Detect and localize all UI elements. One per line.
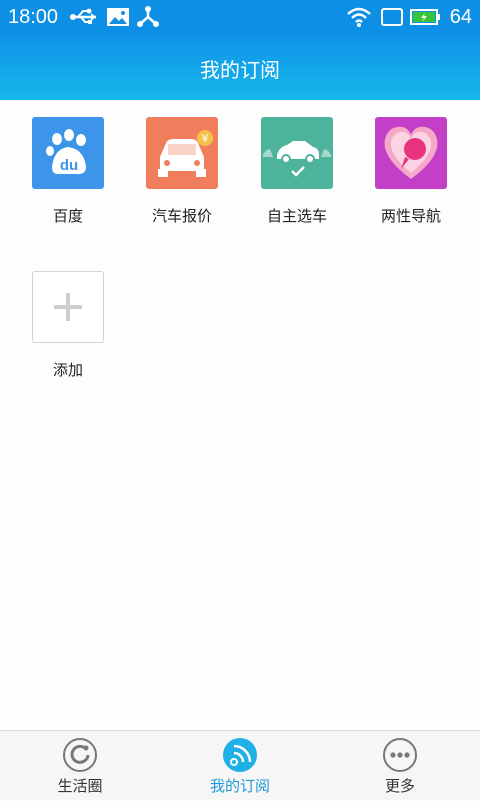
life-circle-icon <box>62 737 98 777</box>
screen-icon <box>380 6 404 32</box>
image-icon <box>106 6 130 32</box>
add-label: 添加 <box>52 361 83 379</box>
battery-level: 64 <box>449 6 472 28</box>
svg-text:¥: ¥ <box>202 132 209 145</box>
subscription-label: 汽车报价 <box>151 207 212 225</box>
baidu-paw-icon: du <box>32 117 104 189</box>
subscription-baidu[interactable]: du 百度 <box>18 117 118 226</box>
svg-text:du: du <box>60 157 78 174</box>
subscription-car-price[interactable]: ¥ 汽车报价 <box>132 117 232 226</box>
nav-my-subscriptions[interactable]: 我的订阅 <box>190 731 290 801</box>
subscription-label: 两性导航 <box>380 207 441 225</box>
more-dots-icon <box>382 737 418 777</box>
subscription-sex-nav[interactable]: 两性导航 <box>361 117 461 226</box>
wifi-icon <box>346 6 372 32</box>
subscription-label: 百度 <box>52 207 83 225</box>
heart-bubble-icon <box>375 117 447 189</box>
add-box[interactable] <box>32 271 104 343</box>
nav-life-circle[interactable]: 生活圈 <box>30 731 130 801</box>
share-icon <box>136 6 160 32</box>
car-price-icon: ¥ <box>146 117 218 189</box>
nav-label: 我的订阅 <box>209 777 270 795</box>
bottom-nav: 生活圈 我的订阅 更多 <box>0 730 480 800</box>
nav-label: 更多 <box>384 777 415 795</box>
subscription-label: 自主选车 <box>266 207 327 225</box>
usb-icon <box>70 6 100 32</box>
app-header: 我的订阅 <box>0 36 480 100</box>
car-select-icon <box>261 117 333 189</box>
add-subscription[interactable]: 添加 <box>18 271 118 380</box>
nav-more[interactable]: 更多 <box>350 731 450 801</box>
status-bar: 18:00 64 <box>0 0 480 36</box>
rss-icon <box>222 737 258 777</box>
subscription-car-select[interactable]: 自主选车 <box>247 117 347 226</box>
page-title: 我的订阅 <box>200 58 280 82</box>
battery-icon <box>410 6 442 32</box>
status-time: 18:00 <box>8 6 59 28</box>
nav-label: 生活圈 <box>57 777 103 795</box>
